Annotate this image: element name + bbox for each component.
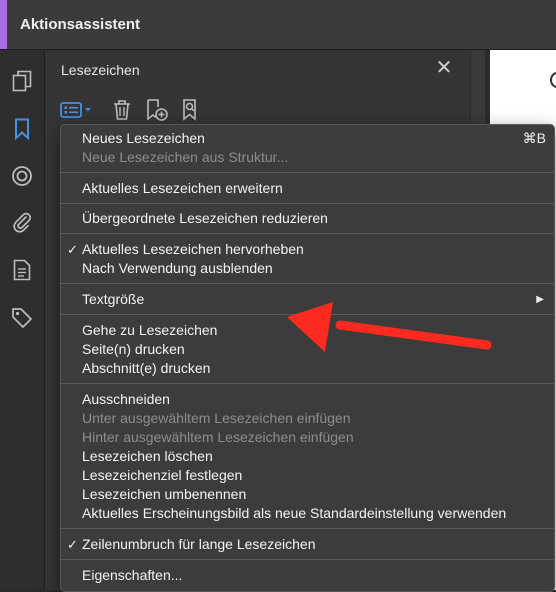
new-bookmark-icon[interactable] [145, 98, 169, 122]
menu-item-paste-under: Unter ausgewähltem Lesezeichen einfügen [82, 410, 351, 426]
menu-separator [61, 283, 554, 284]
bookmark-icon[interactable] [10, 117, 34, 141]
menu-item-new-bookmark[interactable]: Neues Lesezeichen [82, 129, 205, 148]
menu-item-properties[interactable]: Eigenschaften... [82, 566, 182, 585]
menu-separator [61, 233, 554, 234]
menu-item-set-destination[interactable]: Lesezeichenziel festlegen [82, 466, 242, 485]
tag-icon[interactable] [10, 306, 34, 330]
window-title: Aktionsassistent [20, 16, 141, 33]
trash-icon[interactable] [112, 98, 132, 122]
menu-item-wrap-long-bookmarks[interactable]: Zeilenumbruch für lange Lesezeichen [82, 535, 315, 554]
panel-title: Lesezeichen [61, 62, 140, 78]
menu-item-hide-after-use[interactable]: Nach Verwendung ausblenden [82, 259, 273, 278]
menu-item-print-pages[interactable]: Seite(n) drucken [82, 340, 185, 359]
menu-item-rename-bookmark[interactable]: Lesezeichen umbenennen [82, 485, 246, 504]
menu-item-text-size[interactable]: Textgröße [82, 290, 144, 309]
document-glyph [550, 72, 556, 88]
menu-item-expand-current[interactable]: Aktuelles Lesezeichen erweitern [82, 179, 283, 198]
menu-separator [61, 203, 554, 204]
menu-separator [61, 559, 554, 560]
layers-target-icon[interactable] [10, 164, 34, 188]
menu-separator [61, 528, 554, 529]
menu-item-set-default-appearance[interactable]: Aktuelles Erscheinungsbild als neue Stan… [82, 504, 506, 523]
menu-item-delete-bookmarks[interactable]: Lesezeichen löschen [82, 447, 213, 466]
menu-separator [61, 383, 554, 384]
document-icon[interactable] [10, 258, 34, 282]
menu-separator [61, 314, 554, 315]
close-icon[interactable]: ✕ [432, 56, 456, 80]
find-bookmark-icon[interactable] [180, 98, 204, 122]
menu-item-highlight-current[interactable]: Aktuelles Lesezeichen hervorheben [82, 240, 304, 259]
shortcut-label: ⌘B [522, 130, 546, 146]
menu-item-paste-after: Hinter ausgewähltem Lesezeichen einfügen [82, 429, 354, 445]
accent-strip [0, 0, 7, 49]
pages-icon[interactable] [10, 69, 34, 93]
bookmark-options-menu: Neues Lesezeichen ⌘B Neue Lesezeichen au… [60, 124, 555, 592]
top-bar: Aktionsassistent [0, 0, 556, 50]
menu-item-go-to-bookmark[interactable]: Gehe zu Lesezeichen [82, 321, 217, 340]
submenu-arrow-icon: ▶ [536, 294, 544, 305]
options-dropdown-button[interactable] [59, 98, 93, 122]
menu-item-print-sections[interactable]: Abschnitt(e) drucken [82, 359, 210, 378]
menu-item-collapse-parents[interactable]: Übergeordnete Lesezeichen reduzieren [82, 209, 328, 228]
menu-separator [61, 172, 554, 173]
left-rail [0, 50, 45, 590]
menu-item-new-from-structure: Neue Lesezeichen aus Struktur... [82, 149, 289, 165]
menu-item-cut[interactable]: Ausschneiden [82, 390, 170, 409]
paperclip-icon[interactable] [10, 210, 34, 234]
checkmark-icon: ✓ [67, 537, 78, 552]
checkmark-icon: ✓ [67, 242, 78, 257]
